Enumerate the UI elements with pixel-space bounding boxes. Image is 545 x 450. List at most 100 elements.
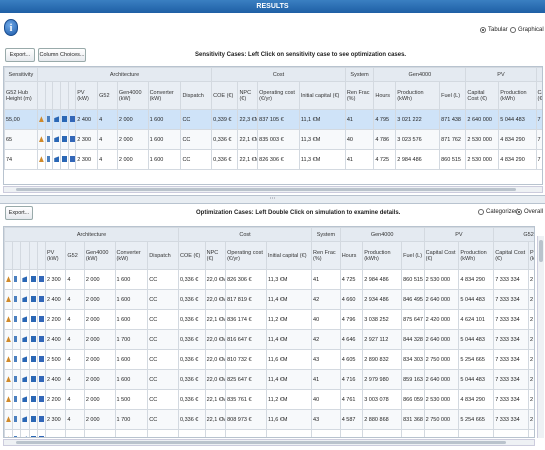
table-row[interactable]: 2 500 4 2 000 1 600 CC 0,336 €22,0 €M 810 732 …: [4, 349, 534, 370]
column-header[interactable]: [59, 81, 69, 110]
pv-icon: [69, 136, 75, 143]
cell: 1 600: [114, 309, 149, 330]
column-header[interactable]: [44, 81, 54, 110]
column-header[interactable]: PV (kW): [75, 81, 99, 110]
column-header[interactable]: Gen4000 (kW): [83, 241, 116, 270]
column-header[interactable]: Ren Frac (%): [344, 81, 375, 110]
column-header[interactable]: G52 Hub Height (m): [4, 81, 38, 110]
row-pv-cell: [36, 389, 46, 410]
column-header[interactable]: Capital Cost (€): [535, 81, 542, 110]
column-header[interactable]: NPC (€): [237, 81, 259, 110]
row-pv-cell: [36, 369, 46, 390]
column-header[interactable]: Production (kWh): [528, 241, 534, 270]
cell: 7 333 334: [493, 309, 530, 330]
column-header[interactable]: Production (kWh): [395, 81, 441, 110]
cell: 7 333 334: [535, 149, 542, 170]
column-header[interactable]: Initial capital (€): [266, 241, 313, 270]
table-row[interactable]: 74 2 300 4 2 000 1 600 CC 0,336 €22,1 €M 826 30…: [4, 149, 542, 170]
cell: 42: [311, 289, 341, 310]
column-header[interactable]: Ren Frac (%): [311, 241, 341, 270]
categorized-radio[interactable]: Categorized: [478, 209, 518, 215]
cell: 3 038 252: [362, 309, 403, 330]
column-header[interactable]: G52: [97, 81, 118, 110]
column-header[interactable]: Fuel (L): [401, 241, 425, 270]
row-pv-cell: [67, 149, 77, 170]
opt-hscroll-thumb[interactable]: [16, 441, 506, 444]
converter-icon: [54, 156, 60, 163]
column-header[interactable]: PV (kW): [44, 241, 67, 270]
column-choices-button[interactable]: Column Choices...: [38, 48, 86, 62]
table-row[interactable]: 2 400 4 2 000 1 600 CC 0,336 €22,0 €M 825 647 …: [4, 369, 534, 390]
table-row[interactable]: 2 30042 0001 600CC0,336 €22,1 €M835 574 …: [4, 429, 534, 437]
opt-export-button[interactable]: Export...: [5, 206, 33, 220]
column-header[interactable]: G52: [65, 241, 85, 270]
genset-icon: [38, 156, 44, 163]
table-row[interactable]: 2 200 4 2 000 1 500 CC 0,336 €22,1 €M 835 761 …: [4, 389, 534, 410]
column-header[interactable]: Operating cost (€/yr): [225, 241, 268, 270]
cell: 4 795: [373, 109, 397, 130]
column-header[interactable]: NPC (€): [204, 241, 227, 270]
column-header[interactable]: Capital Cost (€): [493, 241, 530, 270]
column-header[interactable]: Capital Cost (€): [465, 81, 500, 110]
column-header[interactable]: Operating cost (€/yr): [257, 81, 300, 110]
graphical-radio[interactable]: Graphical: [510, 27, 544, 33]
column-header[interactable]: [52, 81, 61, 110]
battery-icon: [30, 436, 36, 437]
column-header[interactable]: Gen4000 (kW): [116, 81, 149, 110]
table-row[interactable]: 65 2 300 4 2 000 1 600 CC 0,336 €22,1 €M 835 00…: [4, 129, 542, 150]
table-row[interactable]: 2 400 4 2 000 1 600 CC 0,336 €22,0 €M 817 819 …: [4, 289, 534, 310]
column-header[interactable]: [28, 241, 38, 270]
column-header[interactable]: [36, 241, 46, 270]
column-header[interactable]: Hours: [373, 81, 397, 110]
table-row[interactable]: 55,00 2 400 4 2 000 1 600 CC 0,339 €22,3 €M 837…: [4, 109, 542, 130]
column-header[interactable]: Production (kWh): [458, 241, 495, 270]
opt-vscroll-thumb[interactable]: [539, 240, 543, 262]
opt-hscroll[interactable]: [3, 439, 535, 446]
cell: 40: [311, 429, 341, 437]
table-row[interactable]: 2 200 4 2 000 1 600 CC 0,336 €22,1 €M 836 174 …: [4, 309, 534, 330]
cell: 0,336 €: [178, 289, 206, 310]
group-header: System: [311, 227, 341, 242]
column-header[interactable]: Hours: [339, 241, 364, 270]
cell: 4 790: [339, 429, 364, 437]
info-icon[interactable]: i: [4, 19, 18, 36]
sens-export-button[interactable]: Export...: [5, 48, 35, 62]
column-header[interactable]: COE (€): [178, 241, 206, 270]
column-header[interactable]: [4, 241, 14, 270]
column-header[interactable]: [36, 81, 46, 110]
cell: 1 700: [114, 329, 149, 350]
column-header[interactable]: [20, 241, 30, 270]
table-row[interactable]: 2 300 4 2 000 1 600 CC 0,336 €22,0 €M 826 306 …: [4, 269, 534, 290]
wind-turbine-icon: [14, 316, 18, 323]
column-header[interactable]: [12, 241, 22, 270]
opt-vscroll[interactable]: [537, 236, 544, 438]
column-header[interactable]: Converter (kW): [114, 241, 149, 270]
group-header: Cost: [177, 227, 313, 242]
overall-radio[interactable]: Overall: [516, 209, 543, 215]
sens-hscroll-thumb[interactable]: [16, 188, 516, 191]
column-header[interactable]: Production (kWh): [498, 81, 537, 110]
converter-icon: [22, 416, 28, 423]
column-header[interactable]: Fuel (L): [439, 81, 467, 110]
converter-icon: [22, 436, 28, 437]
cell: 40: [311, 309, 341, 330]
tabular-label: Tabular: [488, 27, 508, 33]
row-pv-cell: [36, 309, 46, 330]
cell: 4 725: [373, 149, 397, 170]
sens-hscroll[interactable]: [3, 186, 543, 193]
column-header[interactable]: Capital Cost (€): [423, 241, 460, 270]
cell: 5 044 483: [458, 329, 495, 350]
column-header[interactable]: Dispatch: [180, 81, 213, 110]
tabular-radio[interactable]: Tabular: [480, 27, 508, 33]
splitter[interactable]: ⋯: [0, 195, 545, 204]
cell: 2 000: [83, 309, 116, 330]
table-row[interactable]: 2 300 4 2 000 1 700 CC 0,336 €22,1 €M 808 973 …: [4, 409, 534, 430]
row-wind-turbine-cell: [12, 269, 22, 290]
column-header[interactable]: COE (€): [211, 81, 239, 110]
column-header[interactable]: Converter (kW): [147, 81, 182, 110]
column-header[interactable]: [67, 81, 77, 110]
table-row[interactable]: 2 400 4 2 000 1 700 CC 0,336 €22,0 €M 816 647 …: [4, 329, 534, 350]
column-header[interactable]: Dispatch: [147, 241, 179, 270]
column-header[interactable]: Production (kWh): [362, 241, 403, 270]
column-header[interactable]: Initial capital (€): [298, 81, 346, 110]
